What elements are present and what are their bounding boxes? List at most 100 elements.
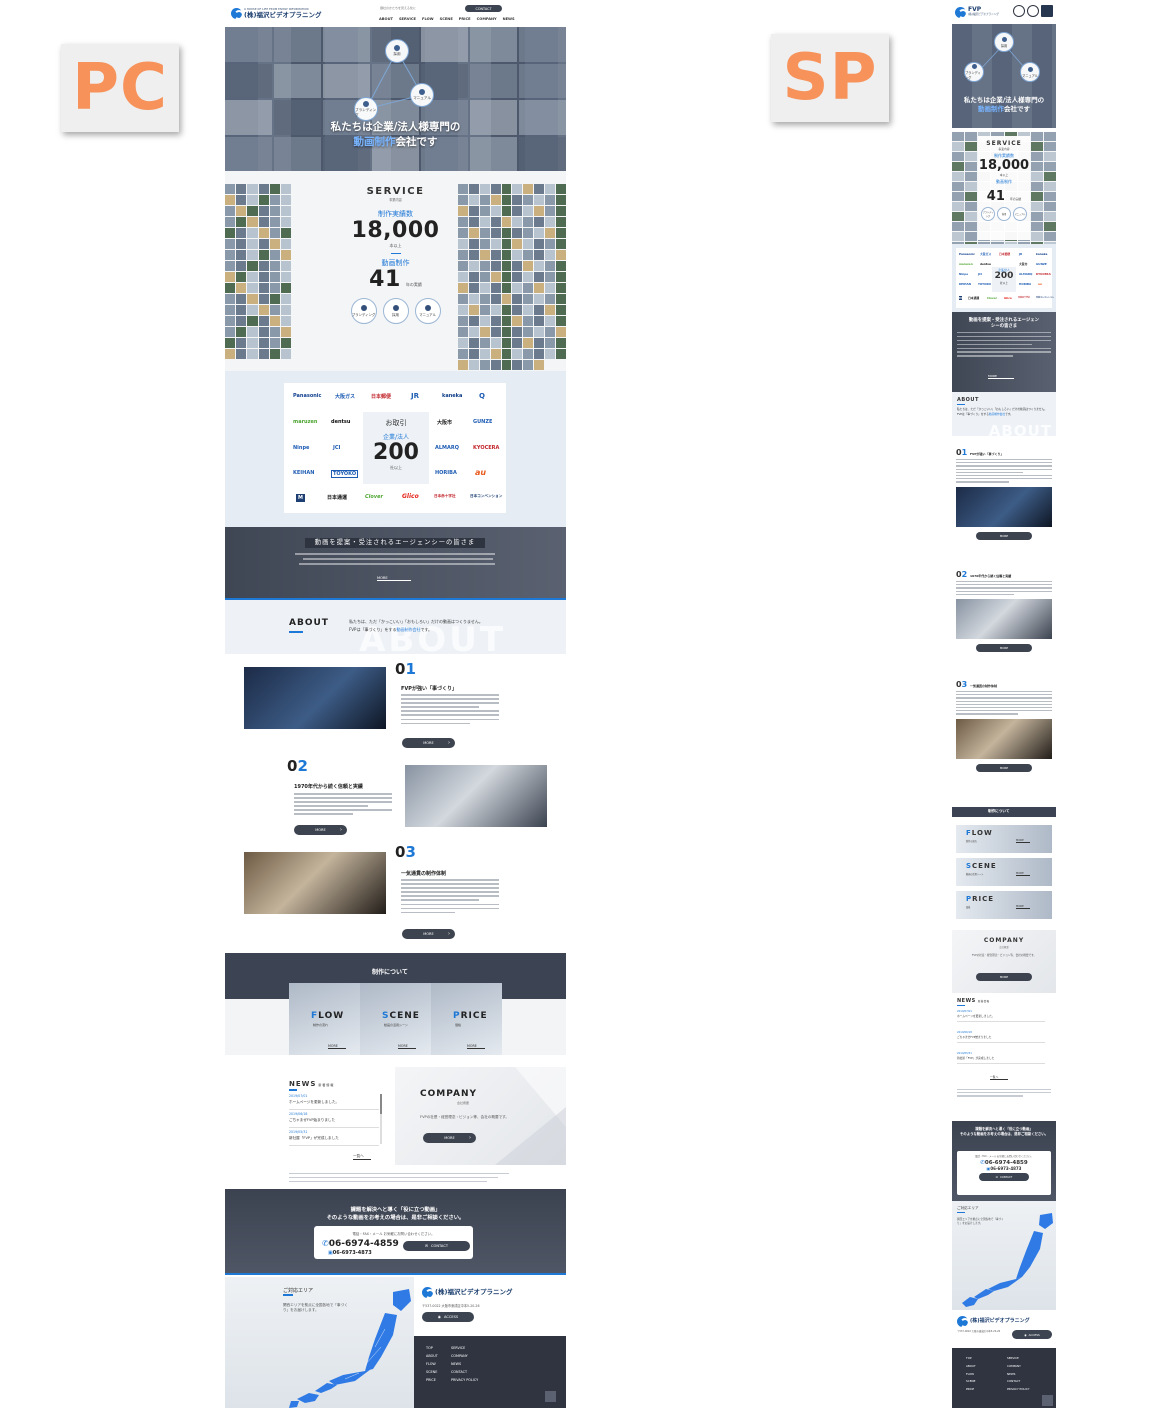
client-logo: 日本赤十字社: [434, 494, 456, 498]
price-card[interactable]: PRICE 価格 MORE: [956, 891, 1052, 919]
service-photos-right: [458, 184, 566, 370]
access-button[interactable]: ◉ ACCESS: [422, 1312, 474, 1322]
footer-link[interactable]: PRICE: [426, 1378, 438, 1382]
footer-logo[interactable]: (株)福沢ビデオプラニング: [957, 1316, 1030, 1328]
news-item[interactable]: 2019/06/18 ごちゃまぜFVP始まりました: [957, 1031, 1045, 1043]
service-circle-branding[interactable]: ブランディング: [350, 298, 377, 324]
footer-link[interactable]: NEWS: [451, 1362, 478, 1366]
nav-scene[interactable]: SCENE: [440, 17, 453, 21]
logo[interactable]: A HOUSE OF LIFE FROM FAMILY INFORMATION …: [231, 8, 321, 20]
divider: [390, 253, 401, 254]
footer-link[interactable]: SERVICE: [451, 1346, 478, 1350]
camera-photo: [244, 667, 386, 729]
feature-more-button[interactable]: MORE: [976, 531, 1032, 540]
news-list-link[interactable]: 一覧へ: [990, 1075, 1008, 1080]
handshake-photo: [405, 765, 547, 827]
logo-mark-icon: [957, 1316, 970, 1328]
company-more-button[interactable]: MORE: [976, 973, 1032, 981]
nav-flow[interactable]: FLOW: [422, 17, 434, 21]
service-circle-branding[interactable]: ブランディング: [981, 207, 995, 221]
news-item[interactable]: 2019/07/01 ホームページを更新しました。: [289, 1094, 379, 1110]
agency-title: 動画を提案・受注されるエージェンシーの皆さま: [968, 318, 1040, 329]
footer-logo[interactable]: (株)福沢ビデオプラニング: [422, 1287, 512, 1299]
handshake-photo: [956, 598, 1052, 639]
agency-section: 動画を提案・受注されるエージェンシーの皆さま MORE: [225, 527, 566, 600]
nav-news[interactable]: NEWS: [503, 17, 515, 21]
hero-circle-manual[interactable]: マニュアル: [1020, 62, 1040, 82]
nav-price[interactable]: PRICE: [459, 17, 471, 21]
feature-more-button[interactable]: MORE: [976, 643, 1032, 652]
agency-more-link[interactable]: MORE: [377, 576, 411, 581]
footer-link[interactable]: TOP: [426, 1346, 438, 1350]
footer-link[interactable]: ABOUT: [426, 1354, 438, 1358]
news-item[interactable]: 2019/07/01 ホームページを更新しました。: [957, 1010, 1045, 1022]
hero-circle-branding[interactable]: ブランディング: [354, 97, 378, 121]
service-circle-manual[interactable]: マニュアル: [1013, 207, 1027, 221]
nav-service[interactable]: SERVICE: [399, 17, 416, 21]
footer-link[interactable]: NEWS: [1007, 1372, 1029, 1376]
hero-circle-manual[interactable]: マニュアル: [410, 83, 434, 107]
feature-more-button[interactable]: MORE: [976, 763, 1032, 772]
laptop-photo: [244, 852, 386, 914]
service-circle-manual[interactable]: マニュアル: [414, 298, 441, 324]
news-scrollbar[interactable]: [380, 1094, 382, 1144]
sp-logo[interactable]: FVP (株)福沢ビデオプラニング: [955, 6, 999, 19]
footer-link[interactable]: SERVICE: [1007, 1356, 1029, 1360]
sp-making: 制作について FLOW 制作の流れ MORE SCENE 動画の活用シーン MORE P…: [952, 807, 1056, 921]
feature-more-button[interactable]: MORE: [402, 738, 455, 748]
footnote: [957, 1089, 1051, 1099]
back-to-top-button[interactable]: [545, 1391, 556, 1402]
footer-link[interactable]: CONTACT: [451, 1370, 478, 1374]
client-count: 200: [373, 440, 419, 465]
service-circle-recruit[interactable]: 採用: [382, 298, 409, 324]
nav-company[interactable]: COMPANY: [477, 17, 497, 21]
feature-more-button[interactable]: MORE: [294, 825, 347, 835]
footer-link[interactable]: PRIVACY POLICY: [451, 1378, 478, 1382]
footer-link[interactable]: COMPANY: [451, 1354, 478, 1358]
footer-link[interactable]: COMPANY: [1007, 1364, 1029, 1368]
scene-card[interactable]: SCENE 動画の活用シーン MORE: [956, 858, 1052, 886]
hamburger-menu-icon[interactable]: [1041, 5, 1053, 17]
phone-number[interactable]: ✆06-6974-4859: [322, 1239, 399, 1249]
news-list-link[interactable]: 一覧へ: [353, 1154, 371, 1160]
price-card[interactable]: PRICE 価格 MORE: [431, 983, 502, 1055]
footer-link[interactable]: SCENE: [426, 1370, 438, 1374]
access-button[interactable]: ◉ ACCESS: [1012, 1330, 1052, 1339]
flow-card[interactable]: FLOW 制作の流れ MORE: [289, 983, 360, 1055]
footer-link[interactable]: SCENE: [966, 1379, 976, 1383]
back-to-top-button[interactable]: [1042, 1395, 1053, 1406]
service-section: SERVICE 事業内容 制作実績数 18,000 本以上 動画制作 41 年の…: [225, 171, 566, 371]
cta-contact-button[interactable]: ✉ CONTACT: [403, 1241, 470, 1251]
footer-link[interactable]: ABOUT: [966, 1364, 976, 1368]
footer-link[interactable]: PRICE: [966, 1387, 976, 1391]
scene-card[interactable]: SCENE 動画の活用シーン MORE: [360, 983, 431, 1055]
feature-more-button[interactable]: MORE: [402, 929, 455, 939]
news-item[interactable]: 2019/06/18 ごちゃまぜFVP始まりました: [289, 1112, 379, 1128]
fax-number: ▣06-6973-4873: [328, 1250, 372, 1256]
hero-circle-recruit[interactable]: 採用: [385, 39, 409, 63]
hero-circle-recruit[interactable]: 採用: [994, 32, 1014, 52]
footer-link[interactable]: FLOW: [426, 1362, 438, 1366]
sp-service: SERVICE 事業内容 制作実績数 18,000 本以上 動画制作 41 年の…: [952, 132, 1056, 271]
phone-icon: ✆: [322, 1239, 329, 1248]
sp-news: NEWS 新着情報 2019/07/01 ホームページを更新しました。 2019/…: [952, 995, 1056, 1107]
service-circle-recruit[interactable]: 採用: [997, 207, 1011, 221]
footer-link[interactable]: TOP: [966, 1356, 976, 1360]
company-more-button[interactable]: MORE: [423, 1133, 476, 1143]
footer-link[interactable]: FLOW: [966, 1372, 976, 1376]
phone-icon[interactable]: [1013, 5, 1025, 17]
contact-box: 電話・FAX・メール お気軽にお問い合わせください。 ✆06-6974-4859…: [314, 1226, 473, 1259]
flow-card[interactable]: FLOW 制作の流れ MORE: [956, 825, 1052, 853]
footnote: [289, 1173, 509, 1185]
footer-link[interactable]: PRIVACY POLICY: [1007, 1387, 1029, 1391]
about-heading: ABOUT: [289, 618, 329, 628]
agency-more-link[interactable]: MORE: [988, 374, 1014, 379]
footer-link[interactable]: CONTACT: [1007, 1379, 1029, 1383]
nav-about[interactable]: ABOUT: [379, 17, 393, 21]
mail-icon[interactable]: [1027, 5, 1039, 17]
cta-contact-button[interactable]: ✉ CONTACT: [979, 1173, 1029, 1181]
news-item[interactable]: 2019/05/31 新社屋「FVP」が完成しました: [957, 1052, 1045, 1064]
hero-circle-branding[interactable]: ブランディング: [964, 62, 984, 82]
news-item[interactable]: 2019/05/31 新社屋「FVP」が完成しました: [289, 1130, 379, 1146]
contact-button[interactable]: CONTACT: [465, 5, 502, 12]
